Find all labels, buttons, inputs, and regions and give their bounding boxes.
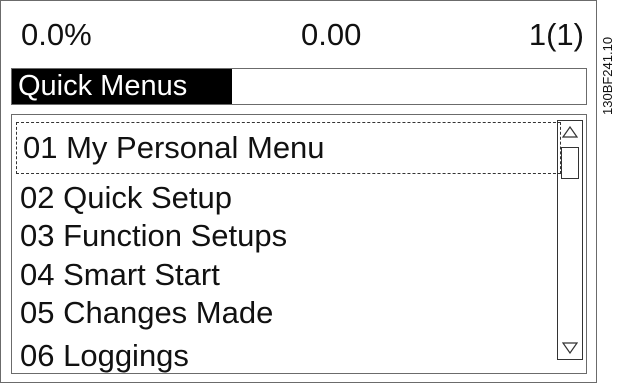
- menu-item-smart-start[interactable]: 04 Smart Start: [20, 255, 220, 295]
- status-value: 0.00: [301, 17, 362, 52]
- menu-scrollbar[interactable]: [557, 120, 583, 360]
- menu-item-function-setups[interactable]: 03 Function Setups: [20, 216, 287, 256]
- triangle-up-icon[interactable]: [561, 125, 579, 139]
- status-row: 0.0% 0.00 1(1): [21, 15, 584, 55]
- display-panel: 0.0% 0.00 1(1) Quick Menus 01 My Persona…: [0, 0, 597, 383]
- title-bar: Quick Menus: [11, 68, 587, 105]
- figure-code: 130BF241.10: [600, 36, 615, 115]
- menu-item-my-personal-menu[interactable]: 01 My Personal Menu: [16, 122, 561, 174]
- page-title: Quick Menus: [12, 69, 232, 104]
- triangle-down-icon[interactable]: [561, 341, 579, 355]
- status-percent: 0.0%: [21, 17, 92, 52]
- menu-frame: 01 My Personal Menu 02 Quick Setup 03 Fu…: [11, 114, 587, 374]
- status-setup: 1(1): [528, 17, 584, 52]
- scrollbar-thumb[interactable]: [561, 147, 579, 179]
- menu-item-loggings[interactable]: 06 Loggings: [20, 336, 189, 376]
- menu-item-changes-made[interactable]: 05 Changes Made: [20, 293, 273, 333]
- menu-item-quick-setup[interactable]: 02 Quick Setup: [20, 178, 232, 218]
